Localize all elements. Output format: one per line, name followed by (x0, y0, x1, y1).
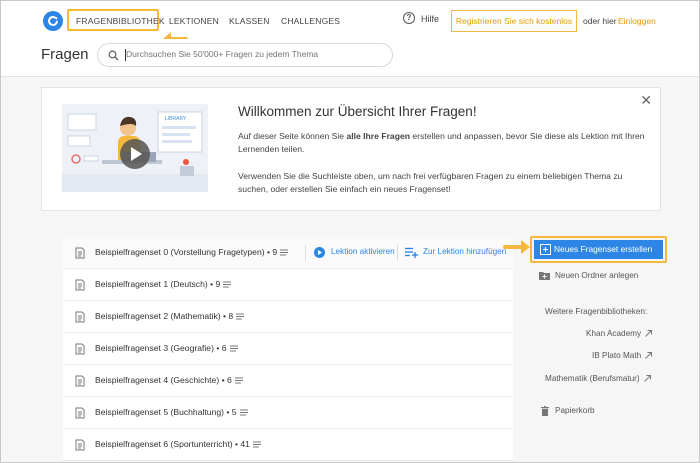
close-icon[interactable]: ✕ (640, 92, 652, 109)
folder-add-icon (539, 272, 550, 281)
library-label: LIBRARY (165, 116, 187, 122)
document-icon (75, 247, 85, 259)
welcome-card: ✕ LIBRARY Willkommen zur Übersicht Ihrer… (41, 87, 661, 211)
list-lines-icon (229, 345, 238, 352)
welcome-paragraph-1: Auf dieser Seite können Sie alle Ihre Fr… (238, 131, 645, 154)
set-title: Beispielfragenset 4 (Geschichte) • 6 (95, 375, 243, 385)
new-question-set-button[interactable]: Neues Fragenset erstellen (534, 240, 663, 259)
app-logo-icon[interactable] (43, 11, 63, 31)
trash-icon (541, 406, 549, 416)
trash-link[interactable]: Papierkorb (541, 406, 595, 416)
document-icon (75, 279, 85, 291)
add-box-icon (540, 244, 551, 255)
welcome-paragraph-2: Verwenden Sie die Suchleiste oben, um na… (238, 171, 623, 194)
question-count: 41 (240, 439, 250, 449)
welcome-title: Willkommen zur Übersicht Ihrer Fragen! (238, 104, 477, 119)
document-icon (75, 343, 85, 355)
top-navigation: FRAGENBIBLIOTHEK LEKTIONEN KLASSEN CHALL… (1, 1, 699, 46)
activate-lesson-link[interactable]: Lektion aktivieren (331, 247, 395, 256)
set-title: Beispielfragenset 3 (Geografie) • 6 (95, 343, 238, 353)
list-lines-icon (252, 441, 261, 448)
set-title: Beispielfragenset 6 (Sportunterricht) • … (95, 439, 261, 449)
login-link[interactable]: Einloggen (618, 16, 656, 26)
welcome-illustration: LIBRARY (62, 104, 208, 192)
help-label: Hilfe (421, 14, 440, 24)
page-title: Fragen (41, 46, 89, 63)
set-title: Beispielfragenset 2 (Mathematik) • 8 (95, 311, 245, 321)
library-link-khan-academy[interactable]: Khan Academy (586, 329, 653, 338)
list-lines-icon (223, 281, 232, 288)
list-lines-icon (236, 313, 245, 320)
document-icon (75, 407, 85, 419)
question-count: 9 (215, 279, 221, 289)
list-lines-icon (234, 377, 243, 384)
list-item[interactable]: Beispielfragenset 4 (Geschichte) • 6 (63, 365, 513, 397)
question-count: 9 (272, 247, 278, 257)
library-link-ib-plato-math[interactable]: IB Plato Math (592, 351, 653, 360)
list-item[interactable]: Beispielfragenset 0 (Vorstellung Fragety… (63, 237, 513, 269)
list-item[interactable]: Beispielfragenset 6 (Sportunterricht) • … (63, 429, 513, 461)
app-frame: FRAGENBIBLIOTHEK LEKTIONEN KLASSEN CHALL… (0, 0, 700, 463)
external-link-icon (645, 352, 653, 360)
external-link-icon (645, 330, 653, 338)
question-count: 6 (227, 375, 232, 385)
page-header: Fragen (1, 39, 699, 77)
list-item[interactable]: Beispielfragenset 2 (Mathematik) • 8 (63, 301, 513, 333)
new-folder-link[interactable]: Neuen Ordner anlegen (539, 271, 638, 281)
document-icon (75, 439, 85, 451)
list-item[interactable]: Beispielfragenset 1 (Deutsch) • 9 (63, 269, 513, 301)
question-count: 6 (221, 343, 227, 353)
set-title: Beispielfragenset 1 (Deutsch) • 9 (95, 279, 232, 289)
or-text: oder hier (583, 16, 617, 26)
play-circle-icon (314, 247, 325, 258)
row-divider (397, 245, 398, 261)
list-item[interactable]: Beispielfragenset 3 (Geografie) • 6 (63, 333, 513, 365)
set-title: Beispielfragenset 0 (Vorstellung Fragety… (95, 247, 289, 257)
search-icon (108, 50, 119, 61)
library-link-mathematik-berufsmatur[interactable]: Mathematik (Berufsmatur) (545, 374, 651, 383)
nav-challenges[interactable]: CHALLENGES (281, 16, 340, 26)
list-lines-icon (280, 249, 289, 256)
list-lines-icon (239, 409, 248, 416)
document-icon (75, 375, 85, 387)
document-icon (75, 311, 85, 323)
playlist-add-icon (405, 247, 418, 258)
help-icon: ? (403, 12, 415, 24)
pointer-arrow-icon (503, 240, 530, 254)
list-item[interactable]: Beispielfragenset 5 (Buchhaltung) • 5 (63, 397, 513, 429)
nav-klassen[interactable]: KLASSEN (229, 16, 270, 26)
nav-lektionen[interactable]: LEKTIONEN (169, 16, 219, 26)
more-libraries-label: Weitere Fragenbibliotheken: (545, 307, 648, 316)
question-count: 5 (231, 407, 237, 417)
search-input[interactable] (126, 49, 386, 59)
question-count: 8 (228, 311, 234, 321)
row-divider (305, 245, 306, 261)
new-question-set-label: Neues Fragenset erstellen (554, 244, 653, 254)
external-link-icon (643, 375, 651, 383)
set-title: Beispielfragenset 5 (Buchhaltung) • 5 (95, 407, 248, 417)
add-to-lesson-link[interactable]: Zur Lektion hinzufügen (423, 247, 506, 256)
search-bar[interactable] (97, 43, 393, 67)
register-button[interactable]: Registrieren Sie sich kostenlos (451, 10, 577, 32)
nav-fragenbibliothek[interactable]: FRAGENBIBLIOTHEK (76, 16, 165, 26)
